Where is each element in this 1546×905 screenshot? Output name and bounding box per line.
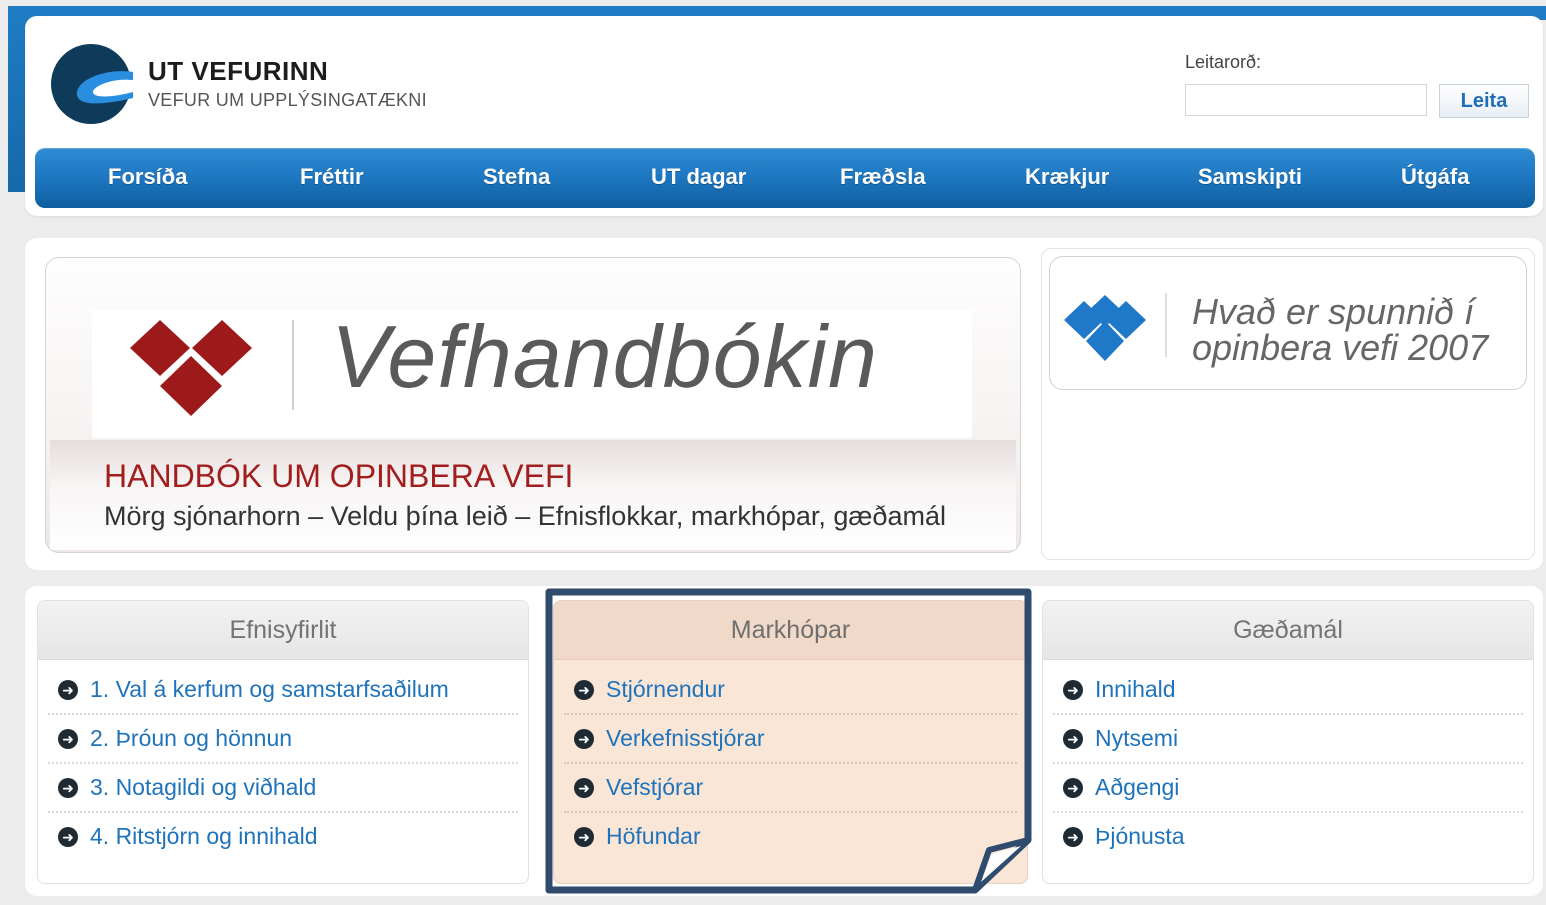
arrow-circle-right-icon: ➜ — [1063, 728, 1083, 749]
link-adgengi[interactable]: Aðgengi — [1095, 774, 1179, 801]
banner-title: Vefhandbókin — [331, 307, 878, 406]
column-efnisyfirlit: Efnisyfirlit ➜ 1. Val á kerfum og samstar… — [37, 600, 529, 884]
vefhandbokin-banner[interactable]: Vefhandbókin HANDBÓK UM OPINBERA VEFI Mö… — [45, 257, 1021, 553]
highlight-frame — [545, 588, 1032, 894]
list-item: ➜ 3. Notagildi og viðhald — [48, 764, 518, 813]
banner-subheading: Mörg sjónarhorn – Veldu þína leið – Efni… — [104, 501, 946, 531]
column-title: Gæðamál — [1043, 601, 1533, 660]
nav-item-utgafa[interactable]: Útgáfa — [1401, 164, 1469, 190]
arrow-circle-right-icon: ➜ — [1063, 777, 1083, 798]
nav-item-forsida[interactable]: Forsíða — [108, 164, 187, 190]
site-header: UT VEFURINN VEFUR UM UPPLÝSINGATÆKNI Lei… — [25, 16, 1543, 216]
link-thjonusta[interactable]: Þjónusta — [1095, 823, 1185, 850]
link-innihald[interactable]: Innihald — [1095, 676, 1176, 703]
nav-item-ut-dagar[interactable]: UT dagar — [651, 164, 746, 190]
arrow-circle-right-icon: ➜ — [58, 728, 78, 749]
search-label: Leitarorð: — [1185, 52, 1262, 72]
link-throun-og-honnun[interactable]: 2. Þróun og hönnun — [90, 725, 292, 752]
site-title[interactable]: UT VEFURINN — [148, 56, 328, 87]
arrow-circle-right-icon: ➜ — [58, 826, 78, 847]
list-item: ➜ Innihald — [1053, 666, 1523, 715]
link-nytsemi[interactable]: Nytsemi — [1095, 725, 1178, 752]
list-item: ➜ 1. Val á kerfum og samstarfsaðilum — [48, 666, 518, 715]
arrow-circle-right-icon: ➜ — [1063, 826, 1083, 847]
list-item: ➜ 4. Ritstjórn og innihald — [48, 813, 518, 860]
link-ritstjorn[interactable]: 4. Ritstjórn og innihald — [90, 823, 318, 850]
list-item: ➜ 2. Þróun og hönnun — [48, 715, 518, 764]
search-input[interactable] — [1185, 84, 1427, 116]
main-nav: Forsíða Fréttir Stefna UT dagar Fræðsla … — [35, 148, 1535, 208]
column-title: Efnisyfirlit — [38, 601, 528, 660]
list-item: ➜ Nytsemi — [1053, 715, 1523, 764]
link-notagildi[interactable]: 3. Notagildi og viðhald — [90, 774, 316, 801]
link-val-a-kerfum[interactable]: 1. Val á kerfum og samstarfsaðilum — [90, 676, 449, 703]
survey-banner-line2: opinbera vefi 2007 — [1192, 327, 1489, 368]
survey-2007-banner[interactable]: Hvað er spunnið í opinbera vefi 2007 — [1049, 256, 1527, 390]
nav-item-fraedsla[interactable]: Fræðsla — [840, 164, 926, 190]
ut-vefurinn-logo-icon[interactable] — [49, 42, 133, 126]
nav-item-frettir[interactable]: Fréttir — [300, 164, 364, 190]
arrow-circle-right-icon: ➜ — [58, 679, 78, 700]
nav-item-stefna[interactable]: Stefna — [483, 164, 550, 190]
banner-area: Vefhandbókin HANDBÓK UM OPINBERA VEFI Mö… — [25, 238, 1543, 570]
arrow-circle-right-icon: ➜ — [58, 777, 78, 798]
search-button[interactable]: Leita — [1439, 84, 1529, 118]
site-subtitle: VEFUR UM UPPLÝSINGATÆKNI — [148, 90, 427, 110]
column-gaedamal: Gæðamál ➜ Innihald ➜ Nytsemi ➜ Aðgengi ➜ Þjó… — [1042, 600, 1534, 884]
red-diamond-logo-icon — [130, 320, 252, 416]
nav-item-samskipti[interactable]: Samskipti — [1198, 164, 1302, 190]
list-item: ➜ Þjónusta — [1053, 813, 1523, 860]
nav-item-kraekjur[interactable]: Krækjur — [1025, 164, 1109, 190]
banner-heading: HANDBÓK UM OPINBERA VEFI — [104, 458, 574, 494]
blue-diamond-logo-icon — [1064, 295, 1146, 361]
arrow-circle-right-icon: ➜ — [1063, 679, 1083, 700]
list-item: ➜ Aðgengi — [1053, 764, 1523, 813]
